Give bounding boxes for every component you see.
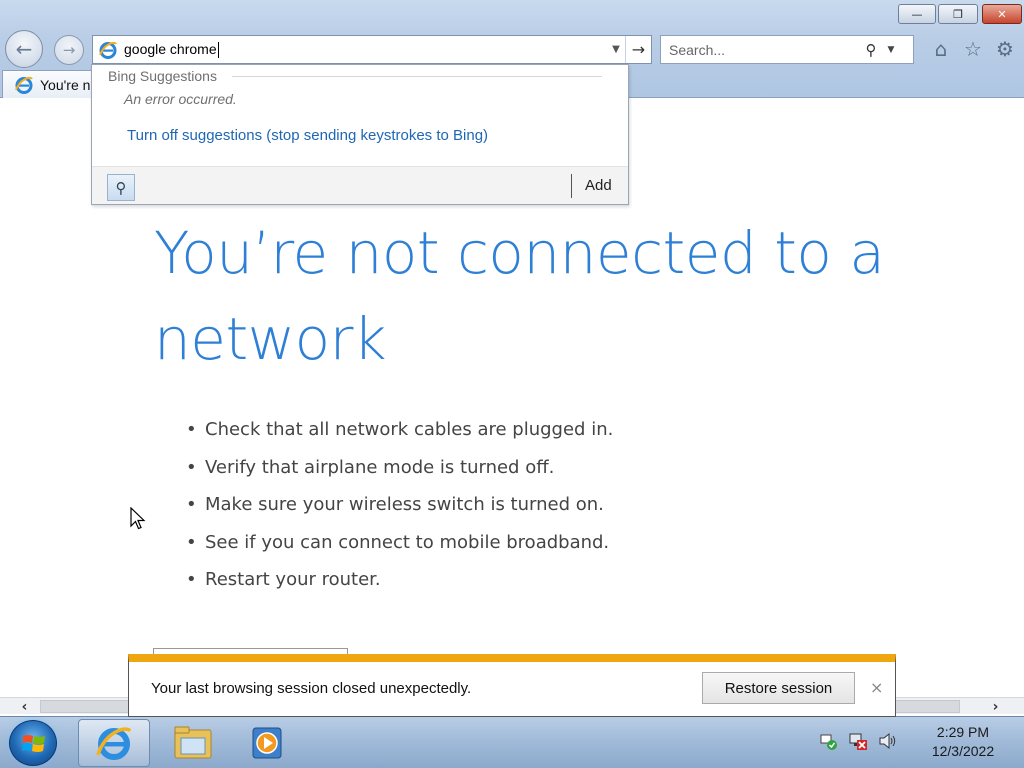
internet-explorer-icon [96, 727, 132, 760]
windows-explorer-icon [174, 726, 212, 759]
clock-date: 12/3/2022 [931, 743, 995, 759]
list-item: • Check that all network cables are plugg… [186, 419, 613, 457]
search-input[interactable] [669, 41, 859, 58]
troubleshooting-list: • Check that all network cables are plugg… [186, 419, 613, 607]
taskbar-internet-explorer[interactable] [78, 719, 150, 767]
clock-time: 2:29 PM [936, 724, 990, 740]
bullet: • [186, 419, 197, 440]
chevron-down-icon[interactable]: ▼ [883, 45, 899, 55]
taskbar: 2:29 PM 12/3/2022 [0, 716, 1024, 768]
suggestions-error: An error occurred. [124, 91, 237, 107]
add-provider-button[interactable]: Add [585, 177, 612, 194]
list-item: • See if you can connect to mobile broadb… [186, 532, 613, 570]
windows-logo-icon [22, 735, 45, 752]
favorites-star-icon[interactable]: ☆ [960, 36, 986, 62]
close-icon[interactable]: × [870, 678, 883, 697]
windows-media-player-icon [252, 727, 282, 759]
action-center-icon[interactable] [818, 731, 838, 751]
address-suggestions-dropdown: Bing Suggestions An error occurred. Turn… [91, 64, 629, 205]
address-input[interactable]: google chrome [124, 41, 607, 59]
close-button[interactable]: ✕ [982, 4, 1022, 24]
magnifier-icon[interactable]: ⚲ [859, 41, 883, 59]
back-button[interactable]: ← [5, 30, 43, 68]
list-item: • Restart your router. [186, 569, 613, 607]
list-item: • Verify that airplane mode is turned off… [186, 457, 613, 495]
mouse-cursor-icon [130, 507, 146, 530]
search-box[interactable]: ⚲ ▼ [660, 35, 914, 64]
taskbar-clock[interactable]: 2:29 PM 12/3/2022 [918, 723, 1008, 761]
system-tray [818, 731, 898, 751]
bullet: • [186, 569, 197, 590]
taskbar-windows-explorer[interactable] [157, 719, 229, 767]
notification-message: Your last browsing session closed unexpe… [151, 680, 472, 697]
scroll-right-icon[interactable]: › [987, 698, 1004, 715]
close-icon: ✕ [997, 7, 1007, 21]
ie-tab-icon [14, 75, 34, 95]
suggestions-footer: ⚲ Add [92, 166, 628, 204]
taskbar-media-player[interactable] [231, 719, 303, 767]
ie-page-icon [98, 40, 118, 60]
bullet: • [186, 531, 197, 553]
address-bar[interactable]: google chrome ▼ → [92, 35, 652, 64]
session-notification-bar: Your last browsing session closed unexpe… [128, 654, 896, 717]
divider [232, 76, 602, 77]
chevron-down-icon[interactable]: ▼ [607, 44, 625, 55]
minimize-button[interactable]: — [898, 4, 936, 24]
suggestions-header: Bing Suggestions [108, 68, 217, 84]
forward-arrow-icon: → [62, 41, 76, 59]
home-icon[interactable]: ⌂ [928, 36, 954, 62]
bullet: • [186, 456, 197, 478]
tab-label: You're n [40, 76, 91, 93]
forward-button[interactable]: → [54, 35, 84, 65]
back-arrow-icon: ← [15, 37, 33, 61]
divider [571, 174, 572, 198]
restore-icon: ❐ [953, 7, 963, 21]
turn-off-suggestions-link[interactable]: Turn off suggestions (stop sending keyst… [127, 127, 488, 144]
gear-icon[interactable]: ⚙ [992, 36, 1018, 62]
start-button[interactable] [9, 720, 57, 766]
text-caret [217, 42, 219, 59]
scroll-left-icon[interactable]: ‹ [16, 698, 33, 715]
go-arrow-icon[interactable]: → [625, 36, 651, 63]
list-item: • Make sure your wireless switch is turne… [186, 494, 613, 532]
volume-icon[interactable] [878, 731, 898, 751]
bullet: • [186, 494, 197, 515]
page-title: You’re not connected to a network [154, 219, 885, 373]
search-provider-icon[interactable]: ⚲ [107, 174, 135, 201]
restore-session-button[interactable]: Restore session [702, 672, 855, 704]
minimize-icon: — [911, 7, 923, 21]
network-disconnected-icon[interactable] [848, 731, 868, 751]
restore-button[interactable]: ❐ [938, 4, 978, 24]
toolbar-icons: ⌂ ☆ ⚙ [928, 36, 1018, 62]
